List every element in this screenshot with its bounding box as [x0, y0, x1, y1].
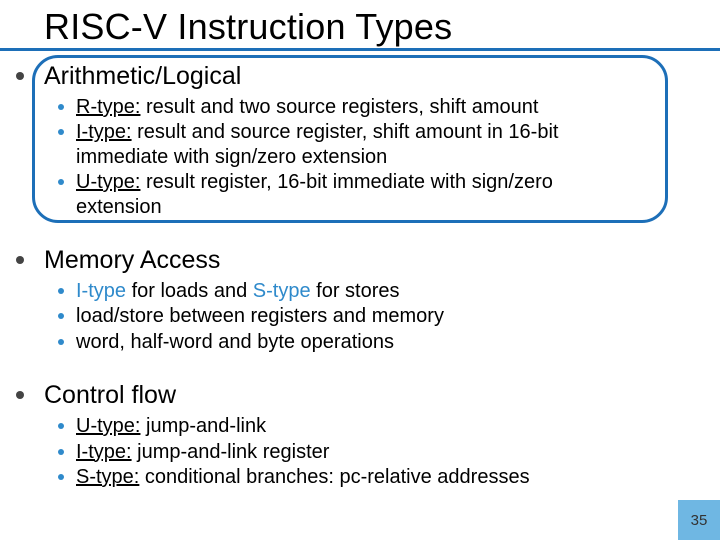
- title-wrap: RISC-V Instruction Types: [0, 0, 720, 48]
- item-text: result and two source registers, shift a…: [140, 96, 538, 118]
- type-label: I-type:: [76, 121, 132, 143]
- slide-title: RISC-V Instruction Types: [44, 6, 720, 48]
- item-text: result and source register, shift amount…: [76, 121, 558, 167]
- type-label: S-type:: [76, 466, 139, 488]
- item-text: for stores: [311, 280, 400, 302]
- bullet-icon: [16, 72, 24, 80]
- type-label: I-type:: [76, 441, 132, 463]
- page-number: 35: [678, 500, 720, 540]
- type-label: U-type:: [76, 171, 140, 193]
- spacer: [0, 355, 720, 377]
- slide: RISC-V Instruction Types Arithmetic/Logi…: [0, 0, 720, 540]
- item-text: conditional branches: pc-relative addres…: [139, 466, 529, 488]
- bullet-icon: [58, 129, 64, 135]
- list-item: U-type: jump-and-link: [58, 414, 720, 438]
- section-heading: Memory Access: [44, 246, 220, 274]
- item-text: jump-and-link register: [132, 441, 330, 463]
- title-underline: [0, 48, 720, 51]
- type-label: S-type: [253, 280, 311, 302]
- sub-list-arithmetic: R-type: result and two source registers,…: [0, 91, 720, 219]
- item-text: jump-and-link: [140, 415, 266, 437]
- item-text: result register, 16-bit immediate with s…: [76, 171, 553, 217]
- list-item: I-type for loads and S-type for stores: [58, 279, 720, 303]
- content: Arithmetic/Logical R-type: result and tw…: [0, 48, 720, 489]
- spacer: [0, 220, 720, 242]
- item-text: load/store between registers and memory: [76, 305, 444, 327]
- section-memory: Memory Access: [0, 246, 720, 275]
- list-item: S-type: conditional branches: pc-relativ…: [58, 465, 720, 489]
- section-arithmetic: Arithmetic/Logical: [0, 62, 720, 91]
- bullet-icon: [58, 288, 64, 294]
- bullet-icon: [58, 449, 64, 455]
- list-item: I-type: jump-and-link register: [58, 440, 720, 464]
- bullet-icon: [58, 474, 64, 480]
- section-control: Control flow: [0, 381, 720, 410]
- bullet-icon: [16, 391, 24, 399]
- list-item: U-type: result register, 16-bit immediat…: [58, 170, 720, 219]
- item-text: word, half-word and byte operations: [76, 331, 394, 353]
- bullet-icon: [58, 423, 64, 429]
- bullet-icon: [58, 104, 64, 110]
- sub-list-control: U-type: jump-and-link I-type: jump-and-l…: [0, 410, 720, 489]
- list-item: load/store between registers and memory: [58, 304, 720, 328]
- item-text: for loads and: [126, 280, 253, 302]
- list-item: I-type: result and source register, shif…: [58, 120, 720, 169]
- list-item: word, half-word and byte operations: [58, 330, 720, 354]
- type-label: I-type: [76, 280, 126, 302]
- sub-list-memory: I-type for loads and S-type for stores l…: [0, 275, 720, 354]
- bullet-icon: [16, 256, 24, 264]
- section-heading: Arithmetic/Logical: [44, 62, 241, 90]
- bullet-icon: [58, 179, 64, 185]
- list-item: R-type: result and two source registers,…: [58, 95, 720, 119]
- bullet-icon: [58, 339, 64, 345]
- bullet-icon: [58, 313, 64, 319]
- type-label: R-type:: [76, 96, 140, 118]
- section-heading: Control flow: [44, 381, 176, 409]
- type-label: U-type:: [76, 415, 140, 437]
